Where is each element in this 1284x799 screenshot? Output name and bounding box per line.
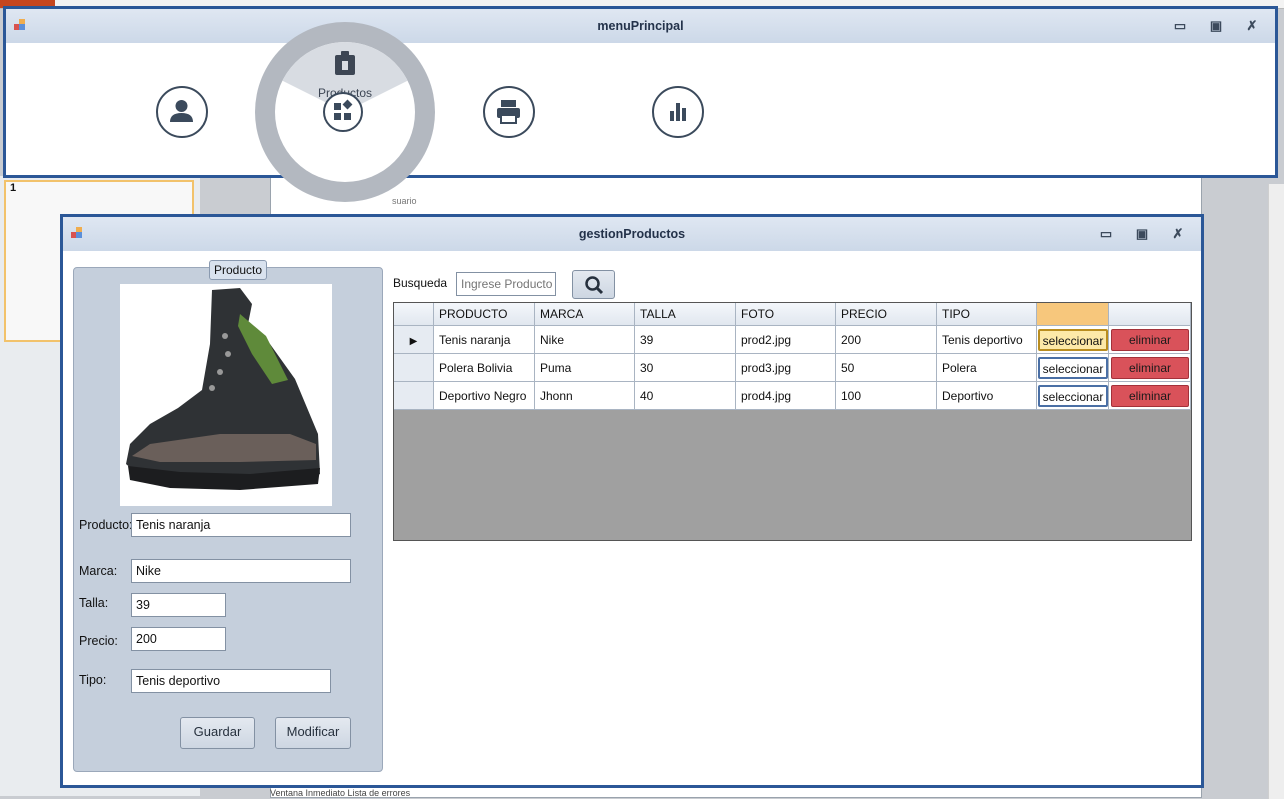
clipboard-icon: [335, 51, 355, 75]
menu-reportes-button[interactable]: [652, 86, 704, 138]
tipo-label: Tipo:: [79, 673, 107, 687]
producto-group-title: Producto: [209, 260, 268, 280]
producto-field[interactable]: Tenis naranja: [131, 513, 351, 537]
menu-principal-window: menuPrincipal ▭ ▣ ✗: [3, 6, 1278, 178]
gestion-productos-title: gestionProductos: [578, 227, 686, 241]
table-cell[interactable]: Tenis deportivo: [937, 326, 1037, 354]
maximize-icon[interactable]: ▣: [1205, 16, 1227, 36]
modificar-button[interactable]: Modificar: [275, 717, 351, 749]
search-icon: [584, 275, 603, 294]
grid-header-talla[interactable]: TALLA: [635, 303, 736, 326]
gestion-productos-titlebar[interactable]: gestionProductos ▭ ▣ ✗: [63, 217, 1201, 251]
grid-header-marca[interactable]: MARCA: [535, 303, 635, 326]
table-cell[interactable]: Nike: [535, 326, 635, 354]
background-status-text: Ventana Inmediato Lista de errores: [270, 788, 411, 798]
table-cell[interactable]: 200: [836, 326, 937, 354]
slide-number: 1: [10, 182, 17, 194]
menu-principal-title: menuPrincipal: [597, 19, 684, 33]
table-cell[interactable]: Puma: [535, 354, 635, 382]
producto-groupbox: Producto Producto: Tenis naranja Marca: …: [73, 260, 383, 772]
products-grid[interactable]: PRODUCTO MARCA TALLA FOTO PRECIO TIPO ▶ …: [393, 302, 1192, 541]
grid-header-producto[interactable]: PRODUCTO: [434, 303, 535, 326]
app-icon: [14, 19, 26, 31]
marca-label: Marca:: [79, 564, 118, 578]
search-button[interactable]: [572, 270, 615, 299]
minimize-icon[interactable]: ▭: [1095, 224, 1117, 244]
seleccionar-button[interactable]: seleccionar: [1038, 329, 1108, 351]
precio-label: Precio:: [79, 634, 118, 648]
tipo-field[interactable]: Tenis deportivo: [131, 669, 331, 693]
producto-label: Producto:: [79, 518, 133, 532]
row-header[interactable]: ▶: [394, 326, 434, 354]
table-cell[interactable]: 50: [836, 354, 937, 382]
talla-label: Talla:: [79, 596, 109, 610]
table-cell[interactable]: Polera Bolivia: [434, 354, 535, 382]
menu-principal-titlebar[interactable]: menuPrincipal ▭ ▣ ✗: [6, 9, 1275, 43]
precio-field[interactable]: 200: [131, 627, 226, 651]
grid-header-tipo[interactable]: TIPO: [937, 303, 1037, 326]
grid-corner-header[interactable]: [394, 303, 434, 326]
products-icon: [334, 99, 353, 120]
close-icon[interactable]: ✗: [1241, 16, 1263, 36]
minimize-icon[interactable]: ▭: [1169, 16, 1191, 36]
table-cell[interactable]: Deportivo Negro: [434, 382, 535, 410]
grid-header-delete-column[interactable]: [1109, 303, 1191, 326]
menu-productos-button[interactable]: [323, 92, 363, 132]
table-cell[interactable]: prod4.jpg: [736, 382, 836, 410]
marca-field[interactable]: Nike: [131, 559, 351, 583]
seleccionar-button[interactable]: seleccionar: [1038, 385, 1108, 407]
maximize-icon[interactable]: ▣: [1131, 224, 1153, 244]
gestion-productos-window: gestionProductos ▭ ▣ ✗ Producto Producto…: [60, 214, 1204, 788]
person-icon: [170, 100, 193, 122]
seleccionar-button[interactable]: seleccionar: [1038, 357, 1108, 379]
grid-header-precio[interactable]: PRECIO: [836, 303, 937, 326]
eliminar-button[interactable]: eliminar: [1111, 385, 1189, 407]
table-cell[interactable]: Tenis naranja: [434, 326, 535, 354]
table-cell[interactable]: prod2.jpg: [736, 326, 836, 354]
grid-header-foto[interactable]: FOTO: [736, 303, 836, 326]
table-cell[interactable]: 39: [635, 326, 736, 354]
table-cell[interactable]: prod3.jpg: [736, 354, 836, 382]
table-cell[interactable]: 30: [635, 354, 736, 382]
row-header[interactable]: [394, 354, 434, 382]
search-input[interactable]: [456, 272, 556, 296]
guardar-button[interactable]: Guardar: [180, 717, 255, 749]
busqueda-label: Busqueda: [393, 276, 448, 290]
printer-icon: [497, 100, 520, 124]
close-icon[interactable]: ✗: [1167, 224, 1189, 244]
table-cell[interactable]: Polera: [937, 354, 1037, 382]
row-header[interactable]: [394, 382, 434, 410]
menu-imprimir-button[interactable]: [483, 86, 535, 138]
background-scrollbar[interactable]: [1268, 184, 1284, 799]
grid-header-select-column[interactable]: [1037, 303, 1109, 326]
boot-image: [126, 288, 320, 490]
talla-field[interactable]: 39: [131, 593, 226, 617]
table-cell[interactable]: Deportivo: [937, 382, 1037, 410]
table-cell[interactable]: Jhonn: [535, 382, 635, 410]
menu-usuario-button[interactable]: [156, 86, 208, 138]
app-icon: [71, 227, 83, 239]
table-cell[interactable]: 100: [836, 382, 937, 410]
bar-chart-icon: [670, 103, 686, 121]
eliminar-button[interactable]: eliminar: [1111, 329, 1189, 351]
eliminar-button[interactable]: eliminar: [1111, 357, 1189, 379]
current-row-arrow-icon: ▶: [409, 336, 418, 347]
product-image: [120, 284, 332, 506]
table-cell[interactable]: 40: [635, 382, 736, 410]
